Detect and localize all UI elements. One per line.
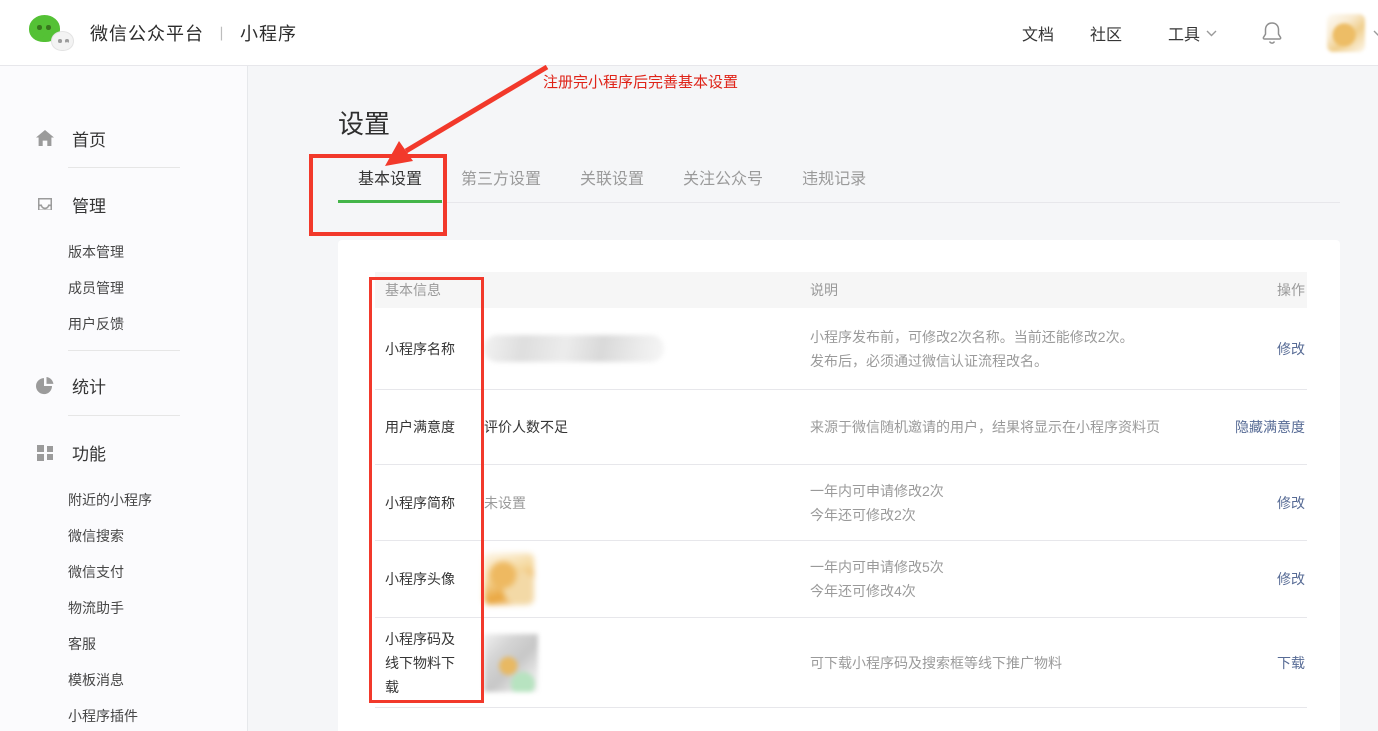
- brand-divider: 丨: [214, 23, 230, 44]
- brand-subtitle: 小程序: [240, 20, 297, 46]
- table-row-miniprogram-short-name: 小程序简称 未设置 一年内可申请修改2次 今年还可修改2次 修改: [375, 465, 1307, 541]
- row-label: 小程序简称: [385, 491, 463, 515]
- nav-tools-dropdown[interactable]: 工具: [1168, 21, 1217, 45]
- tab-follow-official-account[interactable]: 关注公众号: [683, 165, 763, 189]
- sidebar-item-wechat-pay[interactable]: 微信支付: [0, 554, 247, 590]
- table-body: 小程序名称 小程序发布前，可修改2次名称。当前还能修改2次。 发布后，必须通过微…: [375, 308, 1307, 708]
- sidebar-item-stats[interactable]: 统计: [0, 370, 247, 400]
- row-description: 可下载小程序码及搜索框等线下推广物料: [810, 651, 1182, 675]
- wechat-logo-icon: [28, 13, 76, 53]
- header-description: 说明: [810, 278, 1182, 302]
- sidebar-group-features: 附近的小程序 微信搜索 微信支付 物流助手 客服 模板消息 小程序插件: [0, 482, 247, 731]
- chevron-down-icon: [1206, 30, 1217, 37]
- page-title: 设置: [338, 104, 390, 141]
- home-icon: [35, 128, 55, 148]
- redacted-miniprogram-avatar: [484, 553, 534, 605]
- table-row-miniprogram-code-download: 小程序码及线下物料下载 可下载小程序码及搜索框等线下推广物料 下载: [375, 618, 1307, 708]
- notification-bell-icon[interactable]: [1261, 21, 1283, 45]
- sidebar-item-manage[interactable]: 管理: [0, 189, 247, 219]
- modify-short-name-link[interactable]: 修改: [1277, 495, 1305, 511]
- sidebar-item-nearby-miniprogram[interactable]: 附近的小程序: [0, 482, 247, 518]
- sidebar-item-template-message[interactable]: 模板消息: [0, 662, 247, 698]
- top-nav: 文档 社区 工具: [1022, 0, 1378, 66]
- sidebar: 首页 管理 版本管理 成员管理 用户反馈 统计 功能 附近的小程序 微信搜索 微…: [0, 66, 248, 731]
- top-header: 微信公众平台 丨 小程序 文档 社区 工具: [0, 0, 1378, 66]
- sidebar-item-features[interactable]: 功能: [0, 437, 247, 467]
- header-action: 操作: [1182, 280, 1307, 300]
- manage-icon: [35, 194, 55, 214]
- sidebar-divider: [68, 415, 180, 416]
- tab-violation-records[interactable]: 违规记录: [802, 165, 866, 189]
- sidebar-item-user-feedback[interactable]: 用户反馈: [0, 306, 247, 342]
- row-description: 来源于微信随机邀请的用户，结果将显示在小程序资料页: [810, 415, 1182, 439]
- sidebar-divider: [68, 350, 180, 351]
- row-label: 小程序头像: [385, 567, 463, 591]
- sidebar-item-customer-service[interactable]: 客服: [0, 626, 247, 662]
- tab-third-party-settings[interactable]: 第三方设置: [461, 165, 541, 189]
- header-basic-info: 基本信息: [375, 280, 484, 300]
- short-name-value: 未设置: [484, 493, 810, 513]
- hide-satisfaction-link[interactable]: 隐藏满意度: [1235, 419, 1305, 435]
- row-description: 一年内可申请修改5次 今年还可修改4次: [810, 555, 1182, 603]
- redacted-miniprogram-name: [484, 335, 664, 362]
- table-row-user-satisfaction: 用户满意度 评价人数不足 来源于微信随机邀请的用户，结果将显示在小程序资料页 隐…: [375, 390, 1307, 465]
- row-label: 用户满意度: [385, 415, 463, 439]
- modify-avatar-link[interactable]: 修改: [1277, 571, 1305, 587]
- stats-icon: [35, 375, 55, 395]
- settings-tabs: 基本设置 第三方设置 关联设置 关注公众号 违规记录: [338, 165, 1340, 203]
- tab-basic-settings[interactable]: 基本设置: [358, 165, 422, 189]
- nav-docs-link[interactable]: 文档: [1022, 21, 1054, 45]
- table-row-miniprogram-name: 小程序名称 小程序发布前，可修改2次名称。当前还能修改2次。 发布后，必须通过微…: [375, 308, 1307, 390]
- row-description: 小程序发布前，可修改2次名称。当前还能修改2次。 发布后，必须通过微信认证流程改…: [810, 325, 1182, 373]
- sidebar-item-wechat-search[interactable]: 微信搜索: [0, 518, 247, 554]
- avatar[interactable]: [1327, 14, 1365, 52]
- annotation-text: 注册完小程序后完善基本设置: [543, 71, 738, 92]
- modify-name-link[interactable]: 修改: [1277, 341, 1305, 357]
- account-chevron-icon[interactable]: [1373, 30, 1378, 37]
- brand[interactable]: 微信公众平台 丨 小程序: [28, 13, 297, 53]
- sidebar-group-manage: 版本管理 成员管理 用户反馈: [0, 234, 247, 342]
- brand-title: 微信公众平台: [90, 20, 204, 46]
- features-icon: [35, 442, 55, 462]
- row-label: 小程序码及线下物料下载: [385, 627, 463, 699]
- row-label: 小程序名称: [385, 337, 463, 361]
- table-row-miniprogram-avatar: 小程序头像 一年内可申请修改5次 今年还可修改4次 修改: [375, 541, 1307, 618]
- sidebar-item-version-manage[interactable]: 版本管理: [0, 234, 247, 270]
- nav-community-link[interactable]: 社区: [1090, 21, 1122, 45]
- settings-card: 基本信息 说明 操作 小程序名称 小程序发布前，可修改2次名称。当前还能修改2次…: [338, 240, 1340, 731]
- row-description: 一年内可申请修改2次 今年还可修改2次: [810, 479, 1182, 527]
- sidebar-divider: [68, 167, 180, 168]
- download-link[interactable]: 下载: [1277, 655, 1305, 671]
- sidebar-item-member-manage[interactable]: 成员管理: [0, 270, 247, 306]
- sidebar-item-home[interactable]: 首页: [0, 123, 247, 153]
- redacted-miniprogram-qrcode: [484, 634, 538, 692]
- tab-link-settings[interactable]: 关联设置: [580, 165, 644, 189]
- main-content: 设置 基本设置 第三方设置 关联设置 关注公众号 违规记录 基本信息 说明 操作…: [249, 66, 1378, 731]
- sidebar-item-miniprogram-plugin[interactable]: 小程序插件: [0, 698, 247, 731]
- sidebar-item-logistics-assistant[interactable]: 物流助手: [0, 590, 247, 626]
- satisfaction-value: 评价人数不足: [484, 417, 810, 437]
- table-header: 基本信息 说明 操作: [375, 272, 1307, 308]
